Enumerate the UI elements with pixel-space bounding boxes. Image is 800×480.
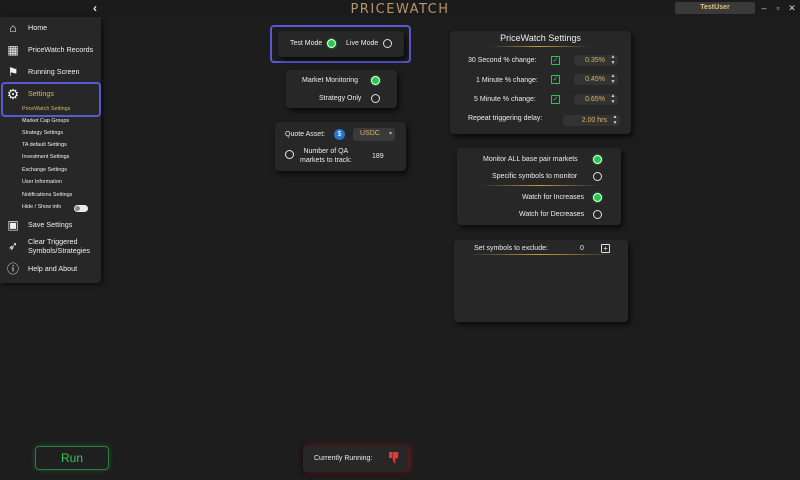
thumbs-down-icon — [389, 452, 399, 464]
test-mode-radio[interactable] — [327, 39, 336, 48]
sidebar-subitem-strategy-settings[interactable]: Strategy Settings — [22, 128, 63, 139]
spinner-arrows-icon[interactable]: ▲ ▼ — [612, 114, 618, 126]
home-icon: ⌂ — [9, 21, 17, 35]
exclude-symbols-label: Set symbols to exclude: — [474, 245, 548, 252]
qa-label-line1: Number of QA — [303, 148, 349, 155]
quote-asset-label: Quote Asset: — [285, 131, 326, 138]
strategy-only-radio[interactable] — [371, 94, 380, 103]
sidebar-subitem-market-cap-groups[interactable]: Market Cap Groups — [22, 116, 69, 127]
sidebar-item-help-about[interactable]: ⓘ Help and About — [6, 260, 100, 278]
1-minute-change-label: 1 Minute % change: — [476, 77, 538, 84]
chevron-left-icon[interactable]: ‹ — [88, 1, 102, 16]
sidebar-item-label: Running Screen — [28, 67, 80, 76]
strategy-only-label: Strategy Only — [319, 95, 362, 102]
chevron-down-icon: ▾ — [388, 131, 392, 137]
monitor-all-radio[interactable] — [593, 155, 602, 164]
add-exclude-symbol-button[interactable]: + — [601, 244, 610, 253]
spinner-arrows-icon[interactable]: ▲ ▼ — [610, 54, 616, 66]
sidebar-item-label: Help and About — [28, 264, 78, 273]
specific-symbols-label: Specific symbols to monitor — [492, 173, 578, 180]
sidebar-subitem-ta-default-settings[interactable]: TA default Settings — [22, 140, 67, 151]
runner-icon: ⚑ — [7, 65, 19, 79]
spinner-arrows-icon[interactable]: ▲ ▼ — [610, 93, 616, 105]
market-monitoring-label: Market Monitoring — [302, 77, 359, 84]
sidebar-subitem-pricewatch-settings[interactable]: PriceWatch Settings — [22, 104, 70, 115]
1-minute-change-checkbox[interactable]: ✓ — [551, 75, 560, 84]
30-second-change-value: 0.35% — [585, 57, 605, 64]
1-minute-change-value: 0.45% — [585, 76, 605, 83]
gear-icon: ⚙ — [6, 86, 20, 102]
sidebar-item-label: PriceWatch Records — [28, 45, 94, 54]
5-minute-change-input[interactable]: 0.65% ▲ ▼ — [574, 93, 618, 105]
qa-label-line2: markets to track: — [300, 157, 352, 164]
markets-divider — [480, 185, 600, 186]
live-mode-radio[interactable] — [383, 39, 392, 48]
monitor-all-label: Monitor ALL base pair markets — [483, 156, 578, 163]
5-minute-change-checkbox[interactable]: ✓ — [551, 95, 560, 104]
sidebar-item-label: Settings — [28, 89, 54, 98]
hide-show-info-toggle[interactable] — [74, 205, 88, 212]
sidebar-subitem-user-information[interactable]: User Information — [22, 177, 62, 188]
sidebar-item-label: Home — [28, 23, 48, 32]
quote-asset-value: USDC — [360, 130, 380, 137]
market-monitoring-radio[interactable] — [371, 76, 380, 85]
monitoring-panel — [286, 70, 397, 108]
exclude-symbols-count: 0 — [580, 245, 584, 252]
pricewatch-settings-title: PriceWatch Settings — [500, 33, 581, 43]
sidebar-item-label-line2: Symbols/Strategies — [28, 246, 90, 255]
sidebar-item-running-screen[interactable]: ⚑ Running Screen — [6, 63, 100, 81]
sidebar-item-save-settings[interactable]: ▣ Save Settings — [6, 216, 100, 234]
spinner-arrows-icon[interactable]: ▲ ▼ — [610, 73, 616, 85]
sidebar-item-clear-triggered[interactable]: ➶ Clear Triggered Symbols/Strategies — [6, 237, 100, 255]
qa-markets-value[interactable]: 189 — [372, 153, 384, 160]
30-second-change-label: 30 Second % change: — [468, 57, 537, 64]
quote-asset-select[interactable]: USDC ▾ — [353, 128, 395, 141]
exclude-divider — [466, 254, 616, 255]
app-title: PRICEWATCH — [350, 2, 450, 17]
sidebar-item-home[interactable]: ⌂ Home — [6, 19, 100, 37]
sidebar-subitem-investment-settings[interactable]: Investment Settings — [22, 152, 69, 163]
user-badge[interactable]: TestUser — [675, 2, 755, 14]
live-mode-label: Live Mode — [346, 40, 379, 47]
currently-running-label: Currently Running: — [314, 455, 373, 462]
maximize-icon[interactable]: ▫ — [772, 1, 784, 15]
test-mode-label: Test Mode — [290, 40, 323, 47]
specific-symbols-radio[interactable] — [593, 172, 602, 181]
sidebar-subitem-notifications-settings[interactable]: Notifications Settings — [22, 190, 72, 201]
repeat-delay-label: Repeat triggering delay: — [468, 115, 543, 122]
watch-increases-label: Watch for Increases — [522, 194, 584, 201]
repeat-delay-input[interactable]: 2.00 hrs ▲ ▼ — [563, 114, 620, 126]
watch-decreases-radio[interactable] — [593, 210, 602, 219]
qa-markets-label: Number of QA markets to track: — [300, 147, 352, 165]
minimize-icon[interactable]: – — [758, 1, 770, 15]
title-divider — [490, 46, 590, 47]
sidebar-item-label: Save Settings — [28, 220, 73, 229]
records-icon: ▦ — [7, 43, 19, 57]
5-minute-change-label: 5 Minute % change: — [474, 96, 536, 103]
30-second-change-checkbox[interactable]: ✓ — [551, 56, 560, 65]
watch-increases-radio[interactable] — [593, 193, 602, 202]
repeat-delay-value: 2.00 hrs — [581, 117, 607, 124]
rocket-icon: ➶ — [7, 239, 19, 253]
watch-decreases-label: Watch for Decreases — [519, 211, 585, 218]
info-icon: ⓘ — [6, 262, 19, 276]
sidebar-item-records[interactable]: ▦ PriceWatch Records — [6, 41, 100, 59]
sidebar-item-settings[interactable]: ⚙ Settings — [6, 85, 100, 103]
hide-show-info-label: Hide / Show info — [22, 204, 62, 210]
qa-markets-icon — [285, 150, 294, 159]
5-minute-change-value: 0.65% — [585, 96, 605, 103]
save-icon: ▣ — [7, 218, 19, 232]
30-second-change-input[interactable]: 0.35% ▲ ▼ — [574, 54, 618, 66]
sidebar-item-label: Clear Triggered Symbols/Strategies — [28, 237, 90, 255]
usdc-coin-icon: $ — [334, 129, 345, 140]
sidebar-subitem-exchange-settings[interactable]: Exchange Settings — [22, 165, 67, 176]
sidebar-item-label-line1: Clear Triggered — [28, 237, 78, 246]
run-button[interactable]: Run — [35, 446, 109, 470]
1-minute-change-input[interactable]: 0.45% ▲ ▼ — [574, 73, 618, 85]
close-icon[interactable]: ✕ — [786, 1, 798, 15]
